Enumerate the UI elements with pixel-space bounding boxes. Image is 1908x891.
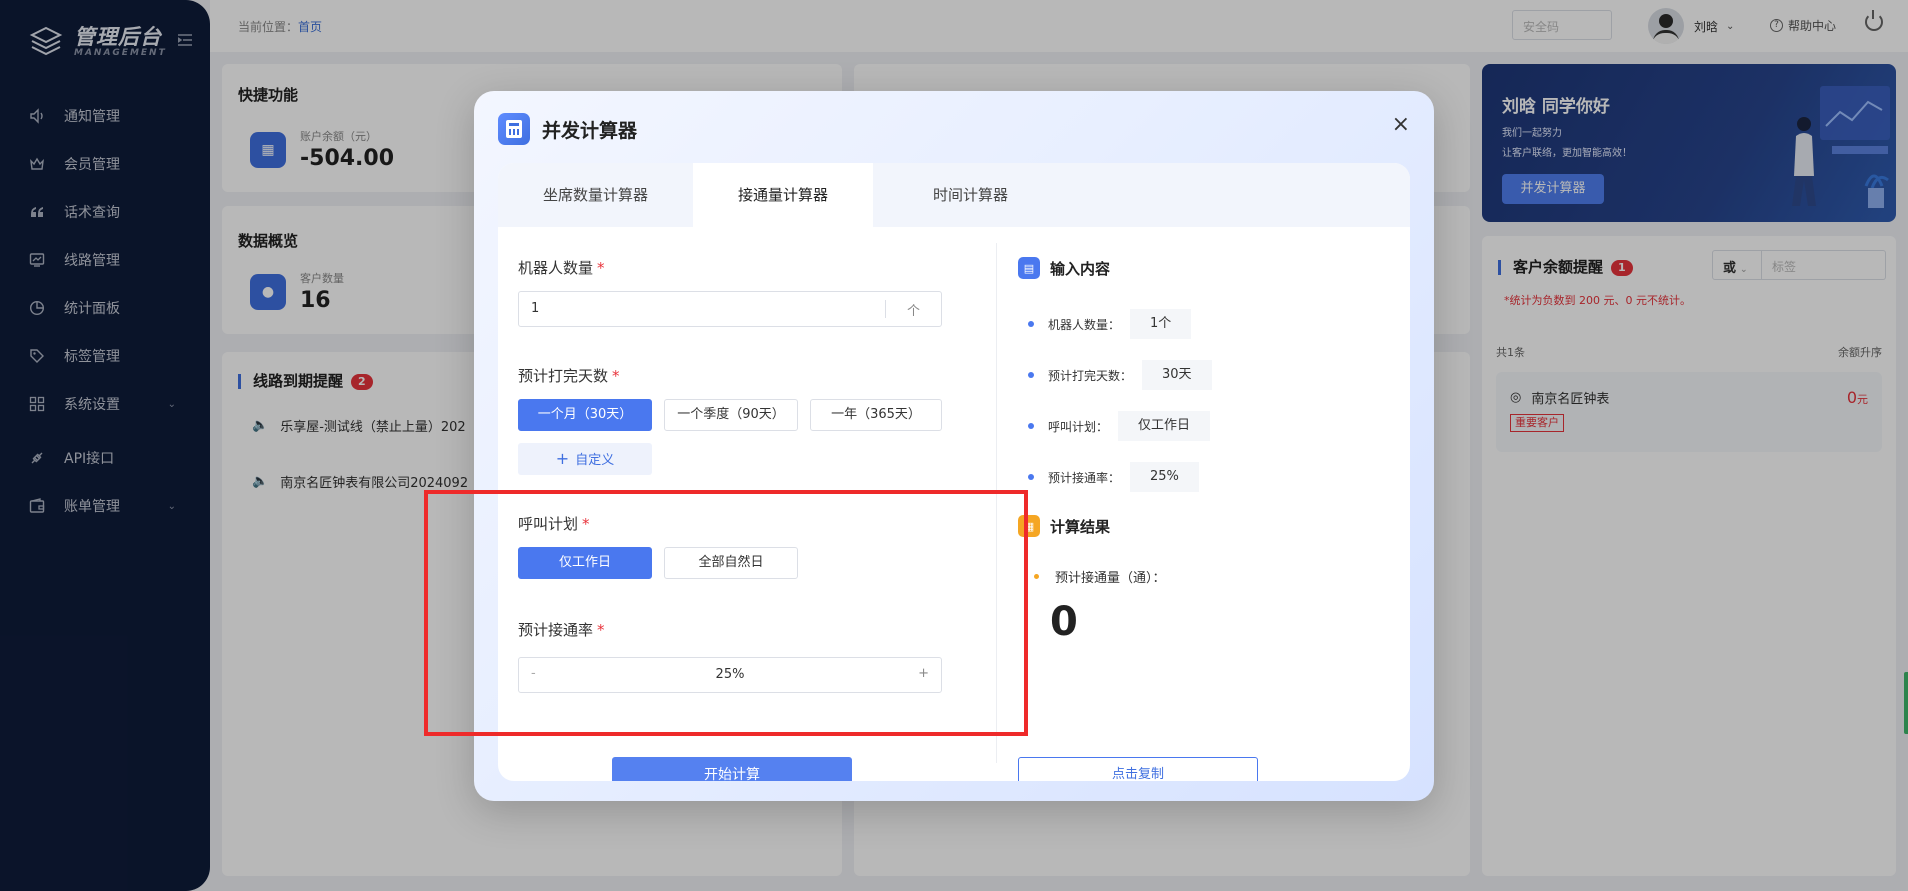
result-value: 0 <box>1050 599 1078 645</box>
start-calculation-button[interactable]: 开始计算 <box>612 757 852 781</box>
robots-unit: 个 <box>885 300 941 319</box>
modal-title: 并发计算器 <box>542 119 638 142</box>
result-section-title: ▦ 计算结果 <box>1018 515 1110 537</box>
tab-seat-calculator[interactable]: 坐席数量计算器 <box>498 163 693 227</box>
robots-label: 机器人数量 * <box>518 259 605 277</box>
days-label: 预计打完天数 * <box>518 367 620 385</box>
tab-connection-calculator[interactable]: 接通量计算器 <box>693 163 873 227</box>
copy-button[interactable]: 点击复制 <box>1018 757 1258 781</box>
days-option-year[interactable]: 一年（365天） <box>810 399 942 431</box>
result-label: 预计接通量（通）： <box>1034 567 1166 586</box>
custom-days-button[interactable]: + 自定义 <box>518 443 652 475</box>
calculator-icon <box>498 113 530 145</box>
input-section-title: ▤ 输入内容 <box>1018 257 1110 279</box>
days-option-quarter[interactable]: 一个季度（90天） <box>664 399 798 431</box>
input-summary-row: 预计接通率： 25% <box>1028 462 1199 492</box>
tab-time-calculator[interactable]: 时间计算器 <box>873 163 1068 227</box>
robots-input[interactable]: 1 个 <box>518 291 942 327</box>
calculator-tabs: 坐席数量计算器 接通量计算器 时间计算器 <box>498 163 1410 227</box>
days-option-month[interactable]: 一个月（30天） <box>518 399 652 431</box>
document-icon: ▤ <box>1018 257 1040 279</box>
input-summary-row: 机器人数量： 1个 <box>1028 309 1192 339</box>
plus-icon: + <box>555 449 570 468</box>
input-summary-row: 呼叫计划： 仅工作日 <box>1028 411 1211 441</box>
close-icon[interactable]: × <box>1392 114 1410 136</box>
results-column: ▤ 输入内容 机器人数量： 1个 预计打完天数： 30天 呼叫计划： 仅工作日 预计接通… <box>1018 227 1398 781</box>
highlight-box <box>424 490 1028 736</box>
input-summary-row: 预计打完天数： 30天 <box>1028 360 1212 390</box>
robots-value: 1 <box>531 301 540 316</box>
